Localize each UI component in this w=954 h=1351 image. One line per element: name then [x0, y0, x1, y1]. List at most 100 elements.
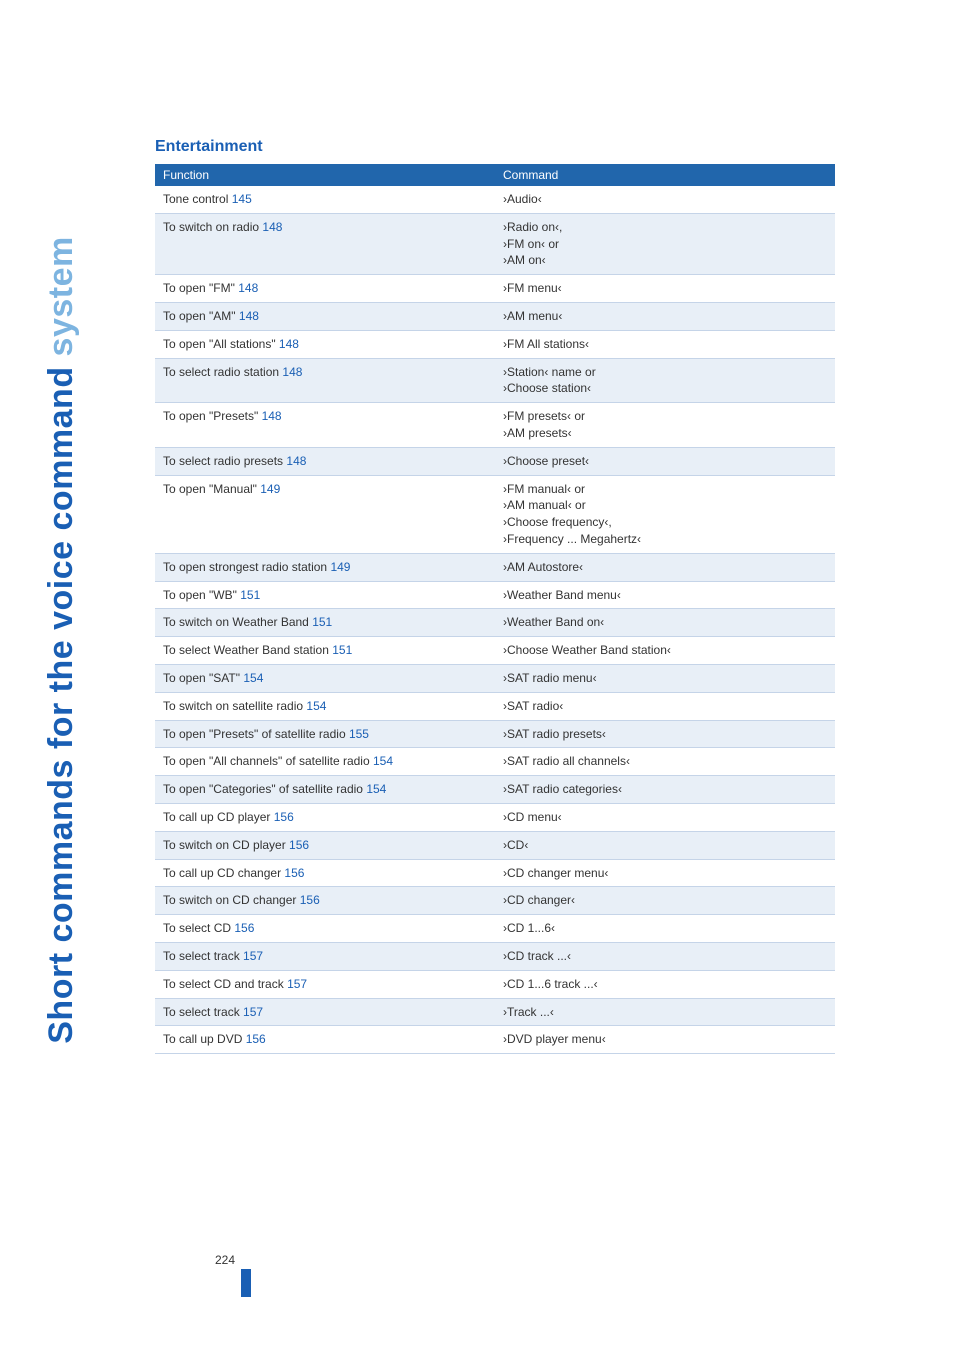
function-cell: To select track 157 [155, 942, 495, 970]
page-reference-link[interactable]: 148 [262, 409, 282, 423]
page-reference-link[interactable]: 156 [300, 893, 320, 907]
command-cell: ›Choose preset‹ [495, 447, 835, 475]
page-reference-link[interactable]: 155 [349, 727, 369, 741]
table-row: To select radio presets 148›Choose prese… [155, 447, 835, 475]
function-text: To select track [163, 1005, 243, 1019]
command-cell: ›CD menu‹ [495, 803, 835, 831]
page-reference-link[interactable]: 154 [243, 671, 263, 685]
table-row: To call up CD changer 156›CD changer men… [155, 859, 835, 887]
function-cell: To call up DVD 156 [155, 1026, 495, 1054]
function-cell: To switch on CD player 156 [155, 831, 495, 859]
page-reference-link[interactable]: 151 [312, 615, 332, 629]
function-text: To call up DVD [163, 1032, 246, 1046]
page-reference-link[interactable]: 148 [279, 337, 299, 351]
command-cell: ›Weather Band menu‹ [495, 581, 835, 609]
page-reference-link[interactable]: 157 [287, 977, 307, 991]
table-row: To open "SAT" 154›SAT radio menu‹ [155, 664, 835, 692]
function-text: To open "Presets" of satellite radio [163, 727, 349, 741]
command-cell: ›FM All stations‹ [495, 330, 835, 358]
command-cell: ›CD changer menu‹ [495, 859, 835, 887]
function-text: To call up CD player [163, 810, 274, 824]
function-cell: To open "Presets" of satellite radio 155 [155, 720, 495, 748]
page-reference-link[interactable]: 151 [240, 588, 260, 602]
command-cell: ›Weather Band on‹ [495, 609, 835, 637]
function-text: To switch on satellite radio [163, 699, 306, 713]
section-heading: Entertainment [155, 138, 835, 156]
page-reference-link[interactable]: 148 [282, 365, 302, 379]
function-text: To switch on CD changer [163, 893, 300, 907]
function-text: To call up CD changer [163, 866, 284, 880]
function-cell: To open "SAT" 154 [155, 664, 495, 692]
sidebar-rotated-title: Short commands for the voice command sys… [42, 236, 81, 1044]
command-cell: ›SAT radio all channels‹ [495, 748, 835, 776]
page-number: 224 [215, 1253, 235, 1267]
table-row: To open "WB" 151 ›Weather Band menu‹ [155, 581, 835, 609]
function-text: To open "Presets" [163, 409, 262, 423]
function-cell: To open "FM" 148 [155, 275, 495, 303]
page-reference-link[interactable]: 157 [243, 949, 263, 963]
function-cell: To switch on Weather Band 151 [155, 609, 495, 637]
page-reference-link[interactable]: 156 [246, 1032, 266, 1046]
function-text: To open "Categories" of satellite radio [163, 782, 366, 796]
function-text: To select radio presets [163, 454, 286, 468]
function-cell: To switch on radio 148 [155, 213, 495, 274]
command-cell: ›Station‹ name or ›Choose station‹ [495, 358, 835, 403]
table-header-command: Command [495, 164, 835, 186]
command-cell: ›Audio‹ [495, 186, 835, 213]
command-cell: ›FM presets‹ or ›AM presets‹ [495, 403, 835, 448]
page-number-container: 224 [215, 1253, 251, 1281]
table-row: To switch on CD player 156›CD‹ [155, 831, 835, 859]
function-cell: To switch on satellite radio 154 [155, 692, 495, 720]
function-cell: To switch on CD changer 156 [155, 887, 495, 915]
function-text: To open "All channels" of satellite radi… [163, 754, 373, 768]
function-text: To open strongest radio station [163, 560, 330, 574]
command-cell: ›AM menu‹ [495, 302, 835, 330]
page-reference-link[interactable]: 148 [286, 454, 306, 468]
function-cell: To open strongest radio station 149 [155, 553, 495, 581]
function-text: To select CD [163, 921, 234, 935]
table-row: To open "Presets" 148 ›FM presets‹ or ›AM… [155, 403, 835, 448]
table-row: To open "All channels" of satellite radi… [155, 748, 835, 776]
table-row: To open "FM" 148›FM menu‹ [155, 275, 835, 303]
table-row: To select track 157›CD track ...‹ [155, 942, 835, 970]
page-reference-link[interactable]: 154 [306, 699, 326, 713]
page-reference-link[interactable]: 148 [262, 220, 282, 234]
command-cell: ›CD changer‹ [495, 887, 835, 915]
function-text: To open "FM" [163, 281, 238, 295]
table-row: To open "AM" 148 ›AM menu‹ [155, 302, 835, 330]
page-reference-link[interactable]: 154 [373, 754, 393, 768]
page-reference-link[interactable]: 145 [232, 192, 252, 206]
function-text: To select Weather Band station [163, 643, 332, 657]
entertainment-table: Function Command Tone control 145›Audio‹… [155, 164, 835, 1054]
page-reference-link[interactable]: 156 [289, 838, 309, 852]
command-cell: ›FM menu‹ [495, 275, 835, 303]
command-cell: ›AM Autostore‹ [495, 553, 835, 581]
table-row: To select track 157›Track ...‹ [155, 998, 835, 1026]
function-text: To select track [163, 949, 243, 963]
page-reference-link[interactable]: 148 [238, 281, 258, 295]
page-reference-link[interactable]: 156 [234, 921, 254, 935]
table-row: To switch on satellite radio 154›SAT rad… [155, 692, 835, 720]
function-text: To open "WB" [163, 588, 240, 602]
function-cell: To select track 157 [155, 998, 495, 1026]
page-reference-link[interactable]: 154 [366, 782, 386, 796]
function-cell: To call up CD changer 156 [155, 859, 495, 887]
function-cell: To select CD 156 [155, 915, 495, 943]
page-reference-link[interactable]: 157 [243, 1005, 263, 1019]
page-reference-link[interactable]: 149 [260, 482, 280, 496]
function-text: To open "AM" [163, 309, 239, 323]
page-reference-link[interactable]: 156 [274, 810, 294, 824]
page-reference-link[interactable]: 148 [239, 309, 259, 323]
table-row: To open strongest radio station 149›AM A… [155, 553, 835, 581]
function-text: To select CD and track [163, 977, 287, 991]
page-reference-link[interactable]: 149 [330, 560, 350, 574]
function-cell: To select radio presets 148 [155, 447, 495, 475]
function-text: To select radio station [163, 365, 282, 379]
page-reference-link[interactable]: 156 [284, 866, 304, 880]
table-row: To select CD 156›CD 1...6‹ [155, 915, 835, 943]
page-reference-link[interactable]: 151 [332, 643, 352, 657]
table-row: To call up DVD 156›DVD player menu‹ [155, 1026, 835, 1054]
table-row: To open "Categories" of satellite radio … [155, 776, 835, 804]
table-row: To call up CD player 156 ›CD menu‹ [155, 803, 835, 831]
function-text: To open "Manual" [163, 482, 260, 496]
